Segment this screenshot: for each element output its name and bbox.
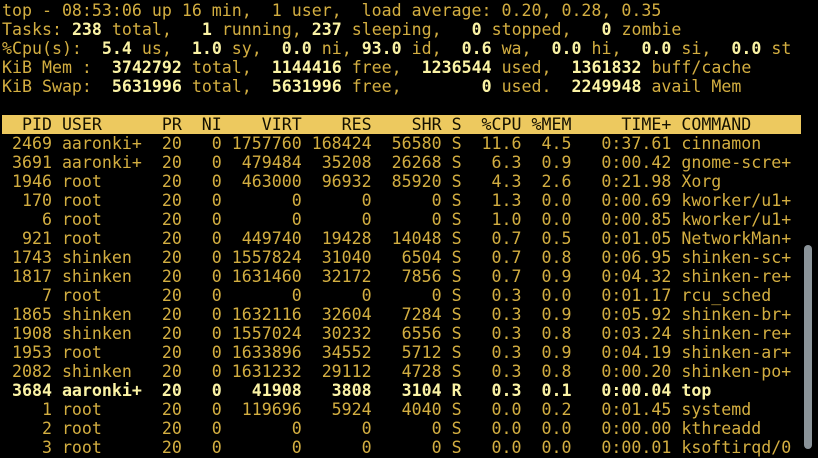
process-list: 2469 aaronki+ 20 0 1757760 168424 56580 … xyxy=(2,134,818,457)
process-row-3691: 3691 aaronki+ 20 0 479484 35208 26268 S … xyxy=(2,153,802,172)
cpu-line: %Cpu(s): 5.4 us, 1.0 sy, 0.0 ni, 93.0 id… xyxy=(2,39,792,58)
process-row-921: 921 root 20 0 449740 19428 14048 S 0.7 0… xyxy=(2,229,802,248)
process-row-170: 170 root 20 0 0 0 0 S 1.3 0.0 0:00.69 kw… xyxy=(2,191,802,210)
uptime-line: top - 08:53:06 up 16 min, 1 user, load a… xyxy=(2,1,662,20)
process-row-2082: 2082 shinken 20 0 1631232 29112 4728 S 0… xyxy=(2,362,802,381)
process-row-2469: 2469 aaronki+ 20 0 1757760 168424 56580 … xyxy=(2,134,802,153)
process-row-3684: 3684 aaronki+ 20 0 41908 3808 3104 R 0.3… xyxy=(2,381,802,400)
table-header-text: PID USER PR NI VIRT RES SHR S %CPU %MEM … xyxy=(2,115,802,134)
tasks-line: Tasks: 238 total, 1 running, 237 sleepin… xyxy=(2,20,682,39)
process-row-3: 3 root 20 0 0 0 0 S 0.0 0.0 0:00.01 ksof… xyxy=(2,438,802,457)
swap-line: KiB Swap: 5631996 total, 5631996 free, 0… xyxy=(2,77,742,96)
process-row-1: 1 root 20 0 119696 5924 4040 S 0.0 0.2 0… xyxy=(2,400,802,419)
process-row-7: 7 root 20 0 0 0 0 S 0.3 0.0 0:01.17 rcu_… xyxy=(2,286,802,305)
process-row-1908: 1908 shinken 20 0 1557024 30232 6556 S 0… xyxy=(2,324,802,343)
process-row-1953: 1953 root 20 0 1633896 34552 5712 S 0.3 … xyxy=(2,343,802,362)
process-row-1817: 1817 shinken 20 0 1631460 32172 7856 S 0… xyxy=(2,267,802,286)
process-row-1946: 1946 root 20 0 463000 96932 85920 S 4.3 … xyxy=(2,172,802,191)
scrollbar-thumb[interactable] xyxy=(804,245,812,449)
mem-line: KiB Mem : 3742792 total, 1144416 free, 1… xyxy=(2,58,752,77)
terminal-window: top - 08:53:06 up 16 min, 1 user, load a… xyxy=(0,0,818,458)
process-row-1865: 1865 shinken 20 0 1632116 32604 7284 S 0… xyxy=(2,305,802,324)
process-row-6: 6 root 20 0 0 0 0 S 1.0 0.0 0:00.85 kwor… xyxy=(2,210,802,229)
summary-area: top - 08:53:06 up 16 min, 1 user, load a… xyxy=(2,1,818,96)
table-header-row: PID USER PR NI VIRT RES SHR S %CPU %MEM … xyxy=(2,115,818,134)
process-row-1743: 1743 shinken 20 0 1557824 31040 6504 S 0… xyxy=(2,248,802,267)
process-row-2: 2 root 20 0 0 0 0 S 0.0 0.0 0:00.00 kthr… xyxy=(2,419,802,438)
